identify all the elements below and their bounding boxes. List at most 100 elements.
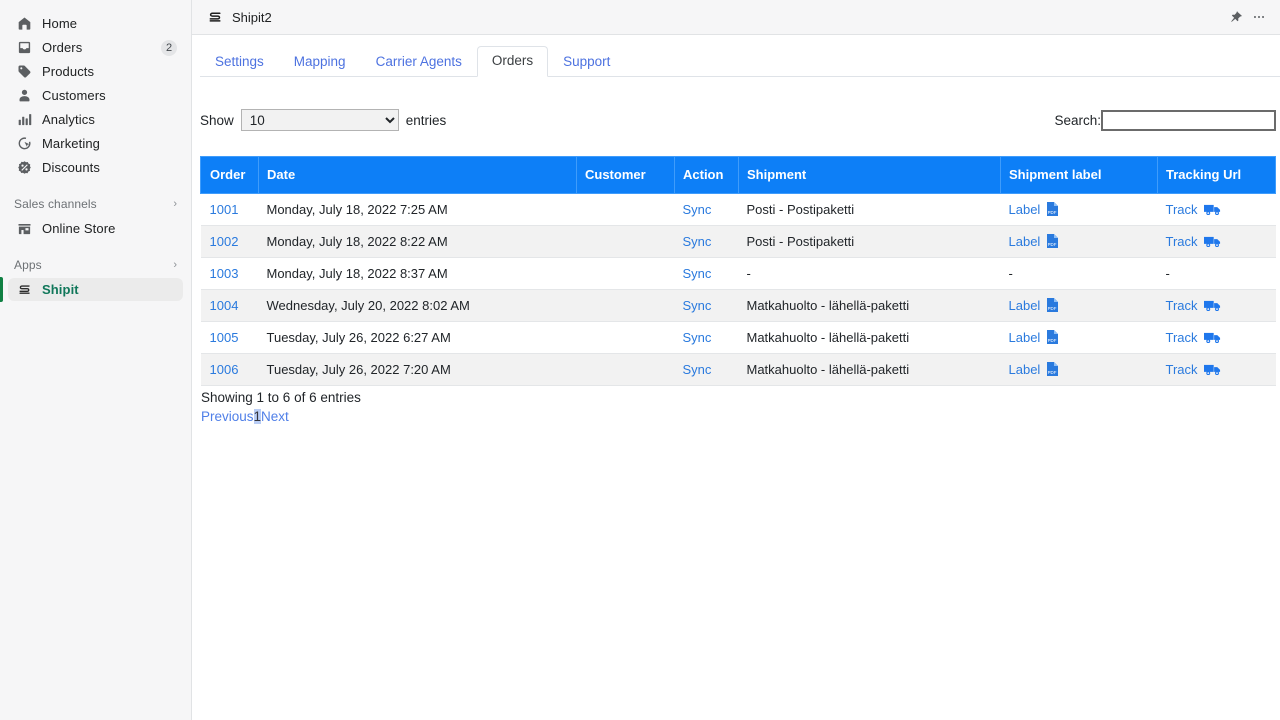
cell-customer bbox=[577, 290, 675, 322]
table-row: 1006 Tuesday, July 26, 2022 7:20 AM Sync Ma… bbox=[201, 354, 1276, 386]
column-header-action[interactable]: Action bbox=[675, 157, 739, 194]
sidebar-item-online-store[interactable]: Online Store bbox=[8, 217, 183, 240]
cell-date: Wednesday, July 20, 2022 8:02 AM bbox=[259, 290, 577, 322]
cell-date: Monday, July 18, 2022 8:37 AM bbox=[259, 258, 577, 290]
cell-date: Tuesday, July 26, 2022 7:20 AM bbox=[259, 354, 577, 386]
sync-link[interactable]: Sync bbox=[683, 234, 712, 249]
cell-order: 1003 bbox=[201, 258, 259, 290]
order-link[interactable]: 1001 bbox=[210, 202, 239, 217]
sidebar-section-apps[interactable]: Apps › bbox=[8, 254, 183, 276]
svg-text:PDF: PDF bbox=[1048, 338, 1057, 343]
sync-link[interactable]: Sync bbox=[683, 266, 712, 281]
shipment-label-link[interactable]: Label bbox=[1009, 234, 1041, 249]
sync-link[interactable]: Sync bbox=[683, 202, 712, 217]
cell-action: Sync bbox=[675, 226, 739, 258]
sidebar-item-analytics[interactable]: Analytics bbox=[8, 108, 183, 131]
ellipsis-icon[interactable] bbox=[1247, 5, 1271, 29]
sidebar-item-label: Analytics bbox=[42, 112, 177, 127]
sidebar-item-customers[interactable]: Customers bbox=[8, 84, 183, 107]
apps-label: Apps bbox=[14, 258, 173, 272]
tab-bar: Settings Mapping Carrier Agents Orders S… bbox=[200, 45, 1280, 77]
tab-support[interactable]: Support bbox=[548, 47, 625, 77]
cell-tracking-url: Track bbox=[1158, 354, 1276, 386]
tracking-link[interactable]: Track bbox=[1166, 202, 1198, 217]
cell-shipment-label: LabelPDF bbox=[1001, 226, 1158, 258]
cell-shipment-label: Label PDF bbox=[1001, 354, 1158, 386]
chevron-right-icon[interactable]: › bbox=[173, 199, 177, 210]
page-length-select[interactable]: 10 25 50 100 bbox=[241, 109, 399, 131]
cell-tracking-url: Track bbox=[1158, 194, 1276, 226]
tab-settings[interactable]: Settings bbox=[200, 47, 279, 77]
sync-link[interactable]: Sync bbox=[683, 298, 712, 313]
shipment-label-link[interactable]: Label bbox=[1009, 202, 1041, 217]
order-link[interactable]: 1005 bbox=[210, 330, 239, 345]
column-header-customer[interactable]: Customer bbox=[577, 157, 675, 194]
tracking-link[interactable]: Track bbox=[1166, 330, 1198, 345]
sidebar-item-products[interactable]: Products bbox=[8, 60, 183, 83]
tracking-link[interactable]: Track bbox=[1166, 234, 1198, 249]
column-header-shipment-label[interactable]: Shipment label bbox=[1001, 157, 1158, 194]
sync-link[interactable]: Sync bbox=[683, 362, 712, 377]
pagination: Previous1Next bbox=[200, 407, 1275, 426]
shipment-label-link[interactable]: Label bbox=[1009, 298, 1041, 313]
cell-shipment-label: - bbox=[1001, 258, 1158, 290]
column-header-order[interactable]: Order bbox=[201, 157, 259, 194]
cell-order: 1004 bbox=[201, 290, 259, 322]
pagination-previous[interactable]: Previous bbox=[201, 409, 254, 424]
shipment-label-link[interactable]: Label bbox=[1009, 362, 1041, 377]
orders-content: Show 10 25 50 100 entries Search: bbox=[192, 77, 1280, 426]
app-root: Home Orders 2 Products Customers A bbox=[0, 0, 1280, 720]
home-icon bbox=[14, 16, 34, 31]
pagination-next[interactable]: Next bbox=[261, 409, 289, 424]
tab-carrier-agents[interactable]: Carrier Agents bbox=[361, 47, 477, 77]
cell-order: 1002 bbox=[201, 226, 259, 258]
active-accent-bar bbox=[0, 277, 3, 302]
tab-label: Carrier Agents bbox=[376, 54, 462, 69]
cell-shipment: Posti - Postipaketti bbox=[739, 194, 1001, 226]
sidebar-section-sales-channels[interactable]: Sales channels › bbox=[8, 193, 183, 215]
tab-mapping[interactable]: Mapping bbox=[279, 47, 361, 77]
truck-icon bbox=[1204, 330, 1221, 345]
analytics-bars-icon bbox=[14, 112, 34, 127]
tracking-link[interactable]: Track bbox=[1166, 362, 1198, 377]
column-header-tracking-url[interactable]: Tracking Url bbox=[1158, 157, 1276, 194]
sync-link[interactable]: Sync bbox=[683, 330, 712, 345]
cell-shipment-label: LabelPDF bbox=[1001, 290, 1158, 322]
datatable-footer: Showing 1 to 6 of 6 entries Previous1Nex… bbox=[200, 388, 1275, 426]
pin-icon[interactable] bbox=[1223, 5, 1247, 29]
app-title: Shipit2 bbox=[232, 10, 1223, 25]
search-input[interactable] bbox=[1101, 110, 1276, 131]
order-link[interactable]: 1006 bbox=[210, 362, 239, 377]
tracking-link[interactable]: Track bbox=[1166, 298, 1198, 313]
column-header-shipment[interactable]: Shipment bbox=[739, 157, 1001, 194]
sidebar-item-shipit[interactable]: Shipit bbox=[8, 278, 183, 301]
column-header-date[interactable]: Date bbox=[259, 157, 577, 194]
sidebar-item-orders[interactable]: Orders 2 bbox=[8, 36, 183, 59]
tab-label: Orders bbox=[492, 53, 533, 68]
chevron-right-icon[interactable]: › bbox=[173, 260, 177, 271]
order-link[interactable]: 1003 bbox=[210, 266, 239, 281]
tab-orders[interactable]: Orders bbox=[477, 46, 548, 77]
table-row: 1002Monday, July 18, 2022 8:22 AMSyncPos… bbox=[201, 226, 1276, 258]
truck-icon bbox=[1204, 298, 1221, 313]
cell-shipment-label: Label PDF bbox=[1001, 322, 1158, 354]
pagination-page-1[interactable]: 1 bbox=[254, 409, 262, 424]
sidebar-item-label: Shipit bbox=[42, 282, 177, 297]
pdf-icon: PDF bbox=[1046, 362, 1058, 377]
shipment-label-link[interactable]: Label bbox=[1009, 330, 1041, 345]
order-link[interactable]: 1004 bbox=[210, 298, 239, 313]
order-link[interactable]: 1002 bbox=[210, 234, 239, 249]
sidebar-item-marketing[interactable]: Marketing bbox=[8, 132, 183, 155]
app-topbar: Shipit2 bbox=[192, 0, 1280, 35]
tab-label: Settings bbox=[215, 54, 264, 69]
marketing-target-icon bbox=[14, 136, 34, 151]
sidebar-item-home[interactable]: Home bbox=[8, 12, 183, 35]
pdf-icon: PDF bbox=[1046, 202, 1058, 217]
sidebar-item-discounts[interactable]: Discounts bbox=[8, 156, 183, 179]
cell-shipment: Matkahuolto - lähellä-paketti bbox=[739, 354, 1001, 386]
tab-bar-wrapper: Settings Mapping Carrier Agents Orders S… bbox=[192, 35, 1280, 77]
pdf-icon: PDF bbox=[1046, 330, 1058, 345]
svg-text:PDF: PDF bbox=[1048, 370, 1057, 375]
cell-date: Monday, July 18, 2022 8:22 AM bbox=[259, 226, 577, 258]
orders-table-body: 1001Monday, July 18, 2022 7:25 AMSyncPos… bbox=[201, 194, 1276, 386]
